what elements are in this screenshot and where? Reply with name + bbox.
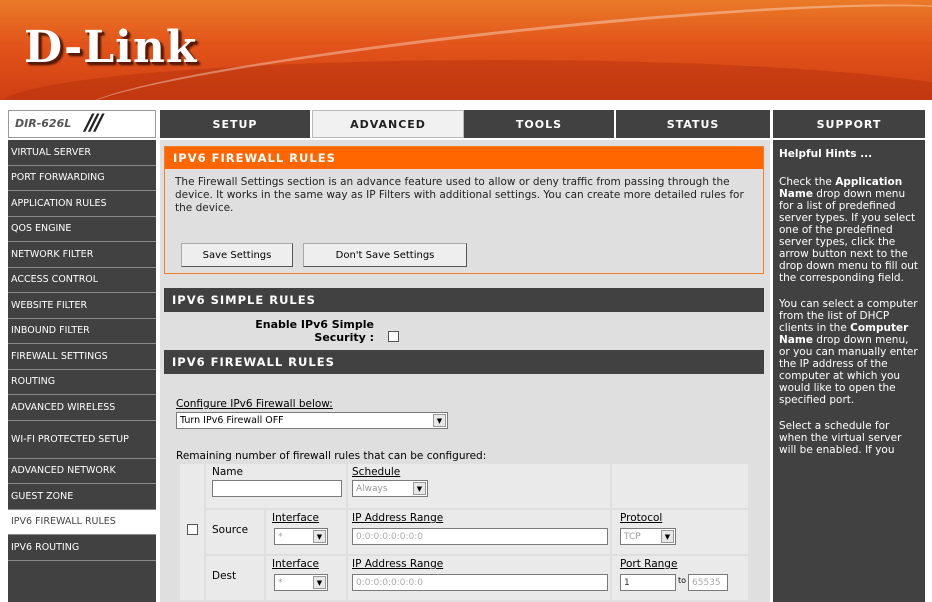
port-separator: to (678, 576, 687, 585)
hints-title: Helpful Hints ... (779, 148, 873, 160)
firewall-rule-table: Name Schedule Always ▼ Source Interface … (180, 464, 748, 602)
source-interface-select[interactable]: * ▼ (274, 528, 328, 545)
model-name: DIR-626L (15, 117, 72, 130)
dest-ip-range-value: 0:0:0:0:0:0:0:0 (356, 577, 424, 588)
port-range-label: Port Range (620, 558, 678, 570)
source-ip-range-value: 0:0:0:0:0:0:0:0 (356, 531, 424, 542)
sidebar-item-firewall-settings[interactable]: FIREWALL SETTINGS (8, 344, 156, 370)
top-tabs: SETUP ADVANCED TOOLS STATUS (160, 110, 770, 138)
sidebar-item-port-forwarding[interactable]: PORT FORWARDING (8, 166, 156, 191)
firewall-rules-intro-section: IPV6 FIREWALL RULES The Firewall Setting… (164, 146, 764, 274)
sidebar-item-website-filter[interactable]: WEBSITE FILTER (8, 293, 156, 319)
enable-simple-security-label: Enable IPv6 Simple Security : (255, 318, 374, 344)
hint-paragraph-2: You can select a computer from the list … (779, 298, 918, 406)
dest-ip-range-input[interactable]: 0:0:0:0:0:0:0:0 (352, 574, 608, 591)
schedule-label: Schedule (352, 466, 401, 478)
protocol-label: Protocol (620, 512, 663, 524)
port-from-input[interactable]: 1 (620, 574, 676, 591)
rule-name-input[interactable] (212, 480, 342, 497)
sidebar-item-ipv6-routing[interactable]: IPV6 ROUTING (8, 535, 156, 561)
sidebar-item-virtual-server[interactable]: VIRTUAL SERVER (8, 140, 156, 166)
protocol-value: TCP (624, 531, 641, 542)
configure-firewall-select[interactable]: Turn IPv6 Firewall OFF ▼ (176, 412, 448, 429)
simple-rules-row: Enable IPv6 Simple Security : (164, 312, 764, 350)
source-label: Source (212, 524, 249, 536)
chevron-down-icon: ▼ (313, 530, 326, 543)
sidebar-item-access-control[interactable]: ACCESS CONTROL (8, 268, 156, 293)
dest-interface-select[interactable]: * ▼ (274, 574, 328, 591)
sidebar-item-advanced-wireless[interactable]: ADVANCED WIRELESS (8, 395, 156, 421)
configure-firewall-label: Configure IPv6 Firewall below: (176, 398, 333, 410)
chevron-down-icon: ▼ (433, 414, 446, 427)
sidebar-nav: VIRTUAL SERVER PORT FORWARDING APPLICATI… (8, 140, 156, 602)
chevron-down-icon: ▼ (661, 530, 674, 543)
section-title: IPV6 FIREWALL RULES (165, 147, 763, 169)
hint-paragraph-3: Select a schedule for when the virtual s… (779, 420, 902, 456)
port-to-value: 65535 (692, 577, 721, 588)
sidebar-item-application-rules[interactable]: APPLICATION RULES (8, 191, 156, 217)
source-interface-label: Interface (272, 512, 320, 524)
button-row: Save Settings Don't Save Settings (181, 243, 467, 267)
sidebar-item-network-filter[interactable]: NETWORK FILTER (8, 242, 156, 268)
dest-interface-label: Interface (272, 558, 320, 570)
tab-support[interactable]: SUPPORT (773, 110, 925, 138)
dest-ip-range-label: IP Address Range (352, 558, 444, 570)
dlink-logo: D-Link (24, 22, 198, 73)
sidebar-item-qos-engine[interactable]: QOS ENGINE (8, 217, 156, 242)
tab-advanced[interactable]: ADVANCED (312, 110, 464, 138)
sidebar-item-routing[interactable]: ROUTING (8, 370, 156, 395)
intro-text: The Firewall Settings section is an adva… (175, 176, 744, 214)
main-content: IPV6 FIREWALL RULES The Firewall Setting… (160, 140, 770, 602)
tab-tools[interactable]: TOOLS (464, 110, 616, 138)
sidebar-item-advanced-network[interactable]: ADVANCED NETWORK (8, 459, 156, 484)
protocol-select[interactable]: TCP ▼ (620, 528, 676, 545)
save-settings-button[interactable]: Save Settings (181, 243, 293, 267)
model-slash-decoration: /// (85, 111, 103, 136)
model-badge: DIR-626L /// (8, 110, 156, 138)
rule-name-label: Name (212, 466, 243, 478)
firewall-rules-header: IPV6 FIREWALL RULES (164, 350, 764, 374)
dont-save-settings-button[interactable]: Don't Save Settings (303, 243, 467, 267)
sidebar-item-inbound-filter[interactable]: INBOUND FILTER (8, 319, 156, 344)
tab-status[interactable]: STATUS (616, 110, 770, 138)
banner-divider (0, 100, 932, 108)
chevron-down-icon: ▼ (413, 482, 426, 495)
remaining-rules-label: Remaining number of firewall rules that … (176, 450, 487, 462)
helpful-hints-panel: Helpful Hints ... Check the Application … (773, 140, 925, 602)
port-from-value: 1 (624, 577, 630, 588)
dest-label: Dest (212, 570, 237, 582)
source-interface-value: * (278, 531, 283, 542)
sidebar-item-ipv6-firewall-rules[interactable]: IPV6 FIREWALL RULES (8, 509, 156, 535)
schedule-select[interactable]: Always ▼ (352, 480, 428, 497)
tab-setup[interactable]: SETUP (160, 110, 312, 138)
port-to-input[interactable]: 65535 (688, 574, 728, 591)
simple-rules-header: IPV6 SIMPLE RULES (164, 288, 764, 312)
chevron-down-icon: ▼ (313, 576, 326, 589)
header-banner: D-Link (0, 0, 932, 100)
configure-firewall-value: Turn IPv6 Firewall OFF (180, 415, 284, 426)
rule-enable-checkbox[interactable] (187, 524, 198, 535)
source-ip-range-input[interactable]: 0:0:0:0:0:0:0:0 (352, 528, 608, 545)
sidebar-item-wifi-protected-setup[interactable]: WI-FI PROTECTED SETUP (8, 421, 156, 459)
source-ip-range-label: IP Address Range (352, 512, 444, 524)
rule-empty-cell (612, 464, 748, 508)
schedule-value: Always (356, 483, 388, 494)
hint-paragraph-1: Check the Application Name drop down men… (779, 176, 919, 284)
dest-interface-value: * (278, 577, 283, 588)
sidebar-item-guest-zone[interactable]: GUEST ZONE (8, 484, 156, 510)
enable-simple-security-checkbox[interactable] (388, 331, 399, 342)
